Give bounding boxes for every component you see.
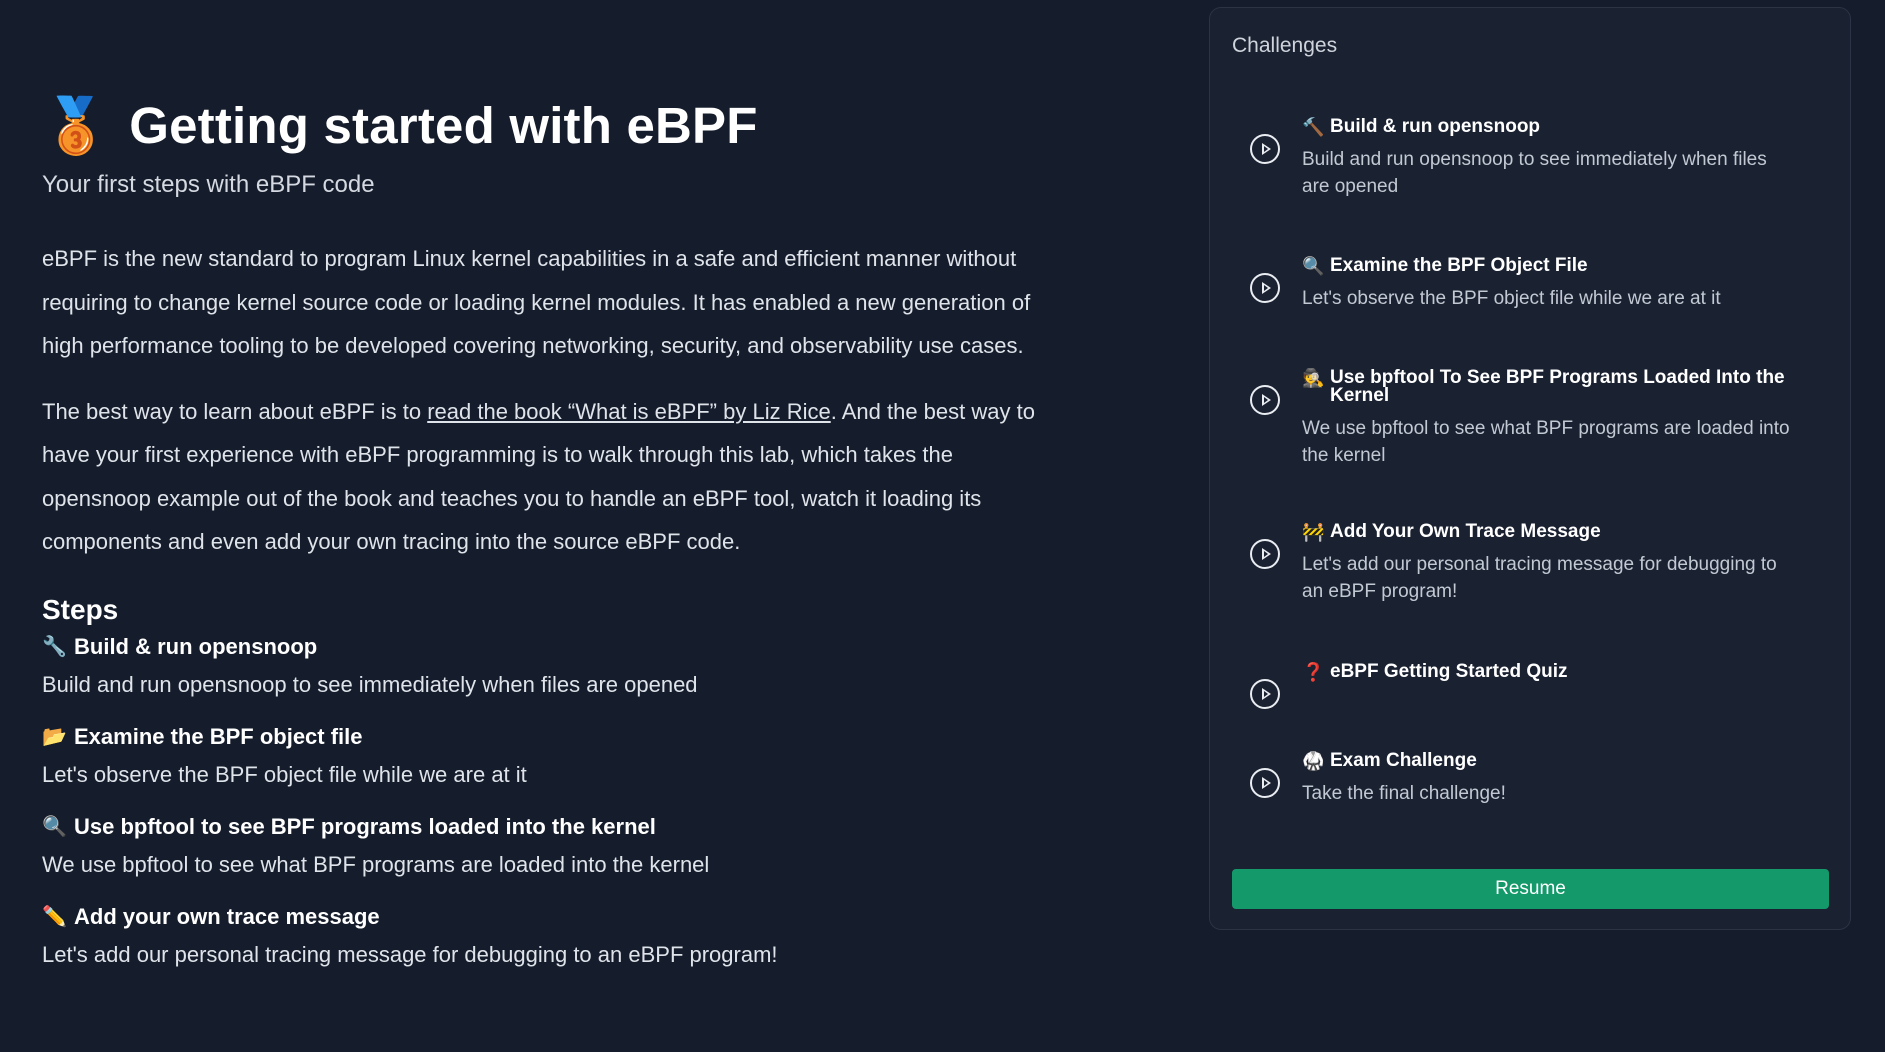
book-link[interactable]: read the book “What is eBPF” by Liz Rice [427,399,831,424]
challenge-title: ❓ eBPF Getting Started Quiz [1302,661,1790,682]
play-icon[interactable] [1250,385,1280,415]
course-overview: 🥉 Getting started with eBPF Your first s… [42,96,1042,968]
challenge-title-text: Use bpftool To See BPF Programs Loaded I… [1330,367,1785,406]
step-item: 🔍 Use bpftool to see BPF programs loaded… [42,814,1042,878]
challenge-title: 🔍 Examine the BPF Object File [1302,255,1790,276]
challenge-title: 🥋 Exam Challenge [1302,750,1790,771]
challenge-title-text: eBPF Getting Started Quiz [1330,661,1568,682]
challenge-title: 🚧 Add Your Own Trace Message [1302,521,1790,542]
step-title: 📂 Examine the BPF object file [42,724,1042,750]
play-icon[interactable] [1250,273,1280,303]
challenge-title-text: Add Your Own Trace Message [1330,521,1601,542]
detective-icon: 🕵 [1302,368,1325,388]
intro-paragraph: eBPF is the new standard to program Linu… [42,246,1031,358]
challenge-desc: Let's observe the BPF object file while … [1302,288,1721,309]
challenge-title-text: Examine the BPF Object File [1330,255,1588,276]
step-desc: Let's observe the BPF object file while … [42,761,527,787]
intro-paragraph-2: The best way to learn about eBPF is to r… [42,390,1042,564]
challenge-title-text: Exam Challenge [1330,750,1477,771]
step-item: 🔧 Build & run opensnoop Build and run op… [42,634,1042,698]
challenge-title: 🕵 Use bpftool To See BPF Programs Loaded… [1302,367,1790,406]
challenge-body: 🥋 Exam Challenge Take the final challeng… [1302,750,1790,807]
steps-heading: Steps [42,593,119,625]
resume-button[interactable]: Resume [1232,869,1829,909]
challenge-item[interactable]: 🔨 Build & run opensnoop Build and run op… [1250,116,1790,200]
challenge-title-text: Build & run opensnoop [1330,116,1541,137]
challenge-item[interactable]: 🥋 Exam Challenge Take the final challeng… [1250,750,1790,807]
challenge-body: ❓ eBPF Getting Started Quiz [1302,661,1790,709]
play-icon[interactable] [1250,768,1280,798]
challenge-desc: We use bpftool to see what BPF programs … [1302,418,1790,466]
construction-icon: 🚧 [1302,522,1325,542]
magnifier-icon: 🔍 [42,816,67,838]
play-icon[interactable] [1250,679,1280,709]
challenge-item[interactable]: ❓ eBPF Getting Started Quiz [1250,661,1790,709]
step-desc: Build and run opensnoop to see immediate… [42,671,698,697]
page-subtitle: Your first steps with eBPF code [42,171,375,198]
play-icon[interactable] [1250,134,1280,164]
para2-before: The best way to learn about eBPF is to [42,398,428,424]
title-row: 🥉 Getting started with eBPF [42,96,1042,155]
challenge-item[interactable]: 🔍 Examine the BPF Object File Let's obse… [1250,255,1790,312]
step-item: ✏️ Add your own trace message Let's add … [42,904,1042,968]
challenge-desc: Take the final challenge! [1302,783,1506,804]
challenge-item[interactable]: 🚧 Add Your Own Trace Message Let's add o… [1250,521,1790,605]
step-title-text: Add your own trace message [74,903,380,929]
magnifier-icon: 🔍 [1302,256,1325,276]
page: 🥉 Getting started with eBPF Your first s… [0,0,1885,1052]
step-item: 📂 Examine the BPF object file Let's obse… [42,724,1042,788]
pencil-icon: ✏️ [42,906,67,928]
challenge-item[interactable]: 🕵 Use bpftool To See BPF Programs Loaded… [1250,367,1790,469]
step-desc: We use bpftool to see what BPF programs … [42,851,710,877]
play-icon[interactable] [1250,539,1280,569]
question-mark-icon: ❓ [1302,662,1325,682]
challenge-desc: Build and run opensnoop to see immediate… [1302,149,1767,197]
step-title-text: Use bpftool to see BPF programs loaded i… [74,813,656,839]
step-title: 🔍 Use bpftool to see BPF programs loaded… [42,814,1042,840]
hammer-icon: 🔨 [1302,117,1325,137]
challenge-body: 🔍 Examine the BPF Object File Let's obse… [1302,255,1790,312]
step-title-text: Examine the BPF object file [74,723,363,749]
step-title: 🔧 Build & run opensnoop [42,634,1042,660]
challenge-title: 🔨 Build & run opensnoop [1302,116,1790,137]
step-title-text: Build & run opensnoop [74,633,318,659]
step-desc: Let's add our personal tracing message f… [42,941,778,967]
step-title: ✏️ Add your own trace message [42,904,1042,930]
panel-title: Challenges [1232,34,1338,57]
challenge-body: 🚧 Add Your Own Trace Message Let's add o… [1302,521,1790,605]
challenge-body: 🕵 Use bpftool To See BPF Programs Loaded… [1302,367,1790,469]
page-title: Getting started with eBPF [129,97,758,154]
wrench-icon: 🔧 [42,636,67,658]
challenge-body: 🔨 Build & run opensnoop Build and run op… [1302,116,1790,200]
challenges-panel: Challenges 🔨 Build & run opensnoop Build… [1209,7,1851,930]
bronze-medal-icon: 🥉 [42,95,110,156]
challenge-desc: Let's add our personal tracing message f… [1302,554,1777,602]
martial-arts-icon: 🥋 [1302,751,1325,771]
folder-icon: 📂 [42,726,67,748]
